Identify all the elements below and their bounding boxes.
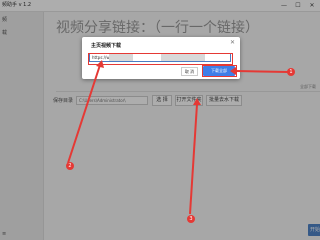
annotation-arrows (67, 60, 289, 215)
arrowhead (96, 60, 104, 68)
step-marker: 1 (287, 68, 295, 76)
arrowhead (193, 98, 201, 105)
arrow-line (189, 103, 198, 215)
arrow-line (67, 64, 101, 164)
step-marker: 3 (187, 215, 195, 223)
arrowhead (230, 67, 236, 75)
step-marker: 2 (66, 162, 74, 170)
arrow-line (235, 70, 289, 73)
